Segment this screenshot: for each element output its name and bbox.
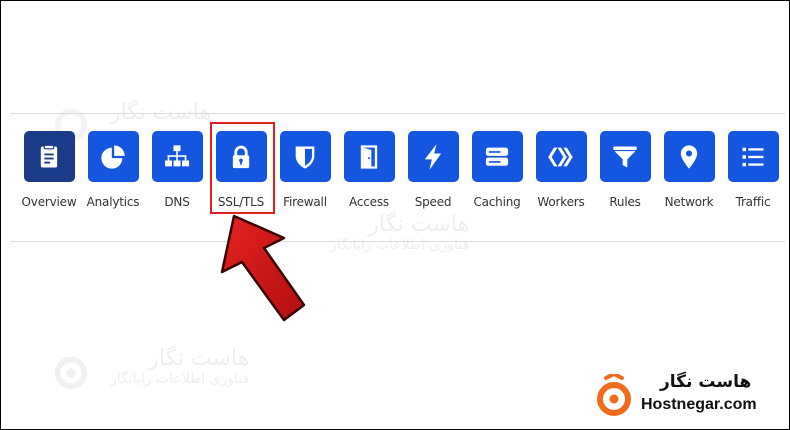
nav-item-analytics[interactable]: Analytics xyxy=(81,131,145,221)
toolbar-divider-bottom xyxy=(10,241,785,242)
nav-tile xyxy=(471,131,523,182)
nav-item-overview[interactable]: Overview xyxy=(17,131,81,221)
ssl-tls-highlight-box xyxy=(210,122,275,214)
pointer-arrow-icon xyxy=(220,214,306,322)
nav-tile xyxy=(343,131,395,182)
nav-tile xyxy=(535,131,587,182)
nav-item-caching[interactable]: Caching xyxy=(465,131,529,221)
nav-item-label: Workers xyxy=(537,195,585,209)
nav-tile xyxy=(407,131,459,182)
nav-item-label: Access xyxy=(349,195,389,209)
brand-name-fa: هاست نگار xyxy=(660,372,752,392)
nav-item-label: Traffic xyxy=(735,195,771,209)
network-tree-icon xyxy=(164,144,190,166)
hostnegar-logo-icon xyxy=(597,374,631,416)
watermark-subtitle: فناوری اطلاعات رایانگار xyxy=(110,371,250,387)
door-icon xyxy=(360,144,378,169)
watermark-logo-icon xyxy=(54,356,88,390)
watermark-bottom: هاست نگار فناوری اطلاعات رایانگار xyxy=(110,346,249,387)
nav-item-network[interactable]: Network xyxy=(657,131,721,221)
brand-logo: هاست نگار Hostnegar.com xyxy=(594,372,784,422)
list-icon xyxy=(742,147,764,166)
nav-tile xyxy=(663,131,715,182)
nav-item-dns[interactable]: DNS xyxy=(145,131,209,221)
nav-item-traffic[interactable]: Traffic xyxy=(721,131,785,221)
lightning-icon xyxy=(424,143,442,170)
nav-item-rules[interactable]: Rules xyxy=(593,131,657,221)
shield-icon xyxy=(295,146,315,169)
toolbar-divider-top xyxy=(10,113,785,114)
nav-item-speed[interactable]: Speed xyxy=(401,131,465,221)
document-icon xyxy=(40,144,58,167)
location-pin-icon xyxy=(680,144,698,169)
nav-item-access[interactable]: Access xyxy=(337,131,401,221)
nav-tile xyxy=(87,131,139,182)
nav-item-label: Overview xyxy=(21,195,77,209)
nav-item-workers[interactable]: Workers xyxy=(529,131,593,221)
nav-item-label: Speed xyxy=(414,195,452,209)
nav-item-label: Rules xyxy=(609,195,641,209)
nav-item-label: Network xyxy=(664,195,714,209)
nav-item-label: DNS xyxy=(164,195,190,209)
nav-item-firewall[interactable]: Firewall xyxy=(273,131,337,221)
filter-icon xyxy=(613,146,637,167)
nav-tile xyxy=(599,131,651,182)
nav-item-label: Firewall xyxy=(283,195,327,209)
nav-item-label: Analytics xyxy=(86,195,140,209)
watermark-subtitle: فناوری اطلاعات رایانگار xyxy=(330,237,470,253)
watermark-title: هاست نگار xyxy=(148,346,250,371)
nav-item-label: Caching xyxy=(473,195,521,209)
nav-tile xyxy=(23,131,75,182)
brand-name-en: Hostnegar.com xyxy=(641,396,757,413)
pie-chart-icon xyxy=(101,144,125,169)
nav-tile xyxy=(727,131,779,182)
nav-tile xyxy=(151,131,203,182)
nav-tile xyxy=(279,131,331,182)
server-icon xyxy=(485,147,509,166)
workers-chevrons-icon xyxy=(548,147,573,166)
